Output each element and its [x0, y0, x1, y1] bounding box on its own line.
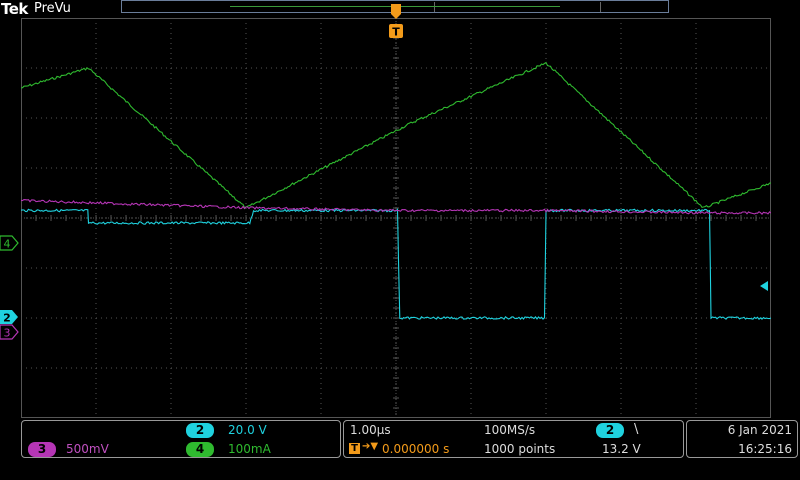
trigger-icon: T	[349, 443, 360, 454]
sample-rate: 100MS/s	[484, 423, 536, 437]
acquisition-mode: PreVu	[34, 1, 71, 16]
graticule-grid	[21, 18, 771, 418]
ch4-marker-label: 4	[4, 238, 11, 251]
ch2-badge[interactable]: 2	[186, 423, 214, 438]
ch3-badge[interactable]: 3	[28, 442, 56, 457]
waveform-traces	[21, 61, 771, 321]
waveform-display[interactable]	[21, 18, 771, 418]
ch2-ground-marker[interactable]: 2	[0, 310, 18, 325]
ch4-scale[interactable]: 100mA	[228, 442, 271, 456]
trigger-source-badge[interactable]: 2	[596, 423, 624, 438]
timebase-readout-panel[interactable]: 1.00µs 100MS/s T ➔▼ 0.000000 s 1000 poin…	[343, 420, 684, 458]
record-view-window[interactable]	[230, 6, 560, 7]
record-view-tick	[434, 2, 435, 12]
arrow-right-icon: ➔▼	[362, 441, 379, 452]
datetime-panel: 6 Jan 2021 16:25:16	[686, 420, 798, 458]
ch2-scale[interactable]: 20.0 V	[228, 423, 267, 437]
time-per-div[interactable]: 1.00µs	[350, 423, 391, 437]
trigger-level[interactable]: 13.2 V	[602, 442, 641, 456]
date-readout: 6 Jan 2021	[727, 423, 792, 437]
status-bar: Tek PreVu	[0, 0, 800, 18]
trigger-slope-icon: \	[634, 422, 639, 437]
ch3-ground-marker[interactable]: 3	[0, 324, 19, 340]
ch2-marker-label: 2	[3, 312, 11, 325]
record-length: 1000 points	[484, 442, 556, 456]
horizontal-position[interactable]: 0.000000 s	[382, 442, 449, 456]
channel-readout-panel[interactable]: 2 20.0 V 3 500mV 4 100mA	[21, 420, 341, 458]
time-readout: 16:25:16	[738, 442, 792, 456]
ch4-badge[interactable]: 4	[186, 442, 214, 457]
ch3-scale[interactable]: 500mV	[66, 442, 109, 456]
record-view-tick	[600, 2, 601, 12]
brand-logo: Tek	[1, 0, 28, 18]
ch3-marker-label: 3	[4, 327, 11, 340]
ch4-ground-marker[interactable]: 4	[0, 235, 19, 251]
